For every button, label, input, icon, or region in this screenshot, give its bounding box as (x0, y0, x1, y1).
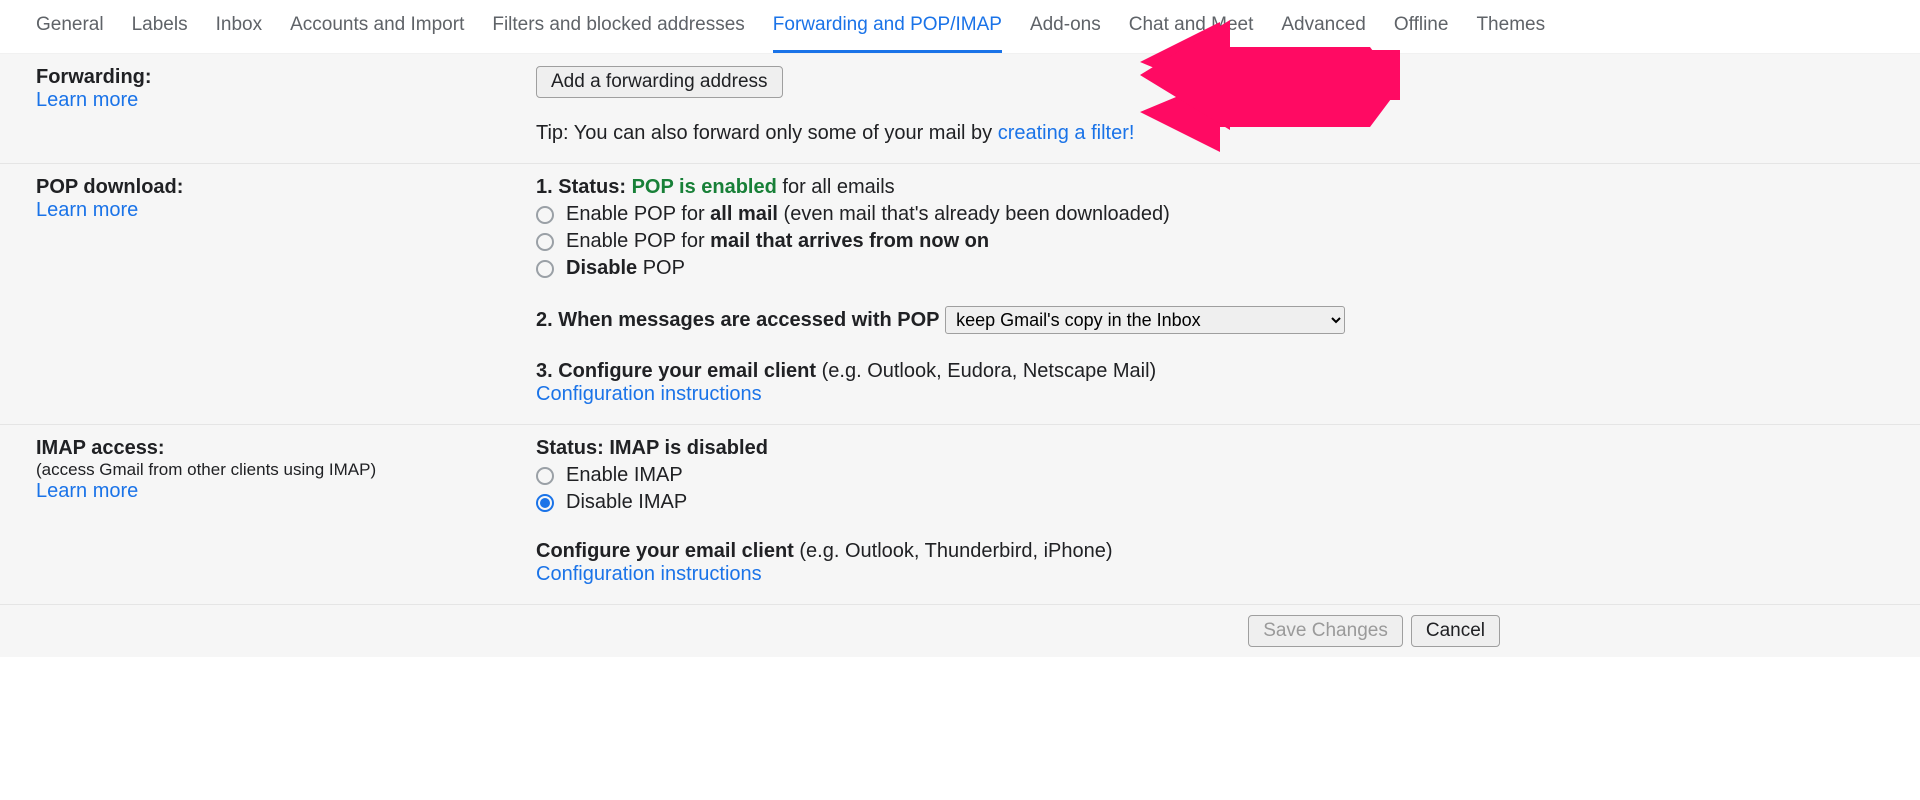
settings-tabs: General Labels Inbox Accounts and Import… (0, 0, 1920, 54)
pop-heading: POP download: (36, 176, 536, 199)
imap-option-label: Enable IMAP (566, 464, 683, 487)
pop-option-label: Disable POP (566, 257, 685, 280)
imap-option-enable[interactable]: Enable IMAP (536, 464, 1884, 487)
pop-status-suffix: for all emails (777, 176, 895, 198)
imap-config-bold: Configure your email client (536, 540, 794, 562)
radio-icon[interactable] (536, 467, 554, 485)
radio-icon[interactable] (536, 206, 554, 224)
pop-status-line: 1. Status: POP is enabled for all emails (536, 176, 1884, 199)
pop-opt3-bold: Disable (566, 257, 637, 279)
imap-option-disable[interactable]: Disable IMAP (536, 491, 1884, 514)
pop-status-prefix: 1. Status: (536, 176, 632, 198)
tab-chat[interactable]: Chat and Meet (1129, 14, 1254, 53)
tab-filters[interactable]: Filters and blocked addresses (492, 14, 744, 53)
forwarding-tip-text: Tip: You can also forward only some of y… (536, 122, 998, 144)
cancel-button[interactable]: Cancel (1411, 615, 1500, 647)
pop-opt2-bold: mail that arrives from now on (710, 230, 989, 252)
pop-opt1-prefix: Enable POP for (566, 203, 710, 225)
tab-offline[interactable]: Offline (1394, 14, 1449, 53)
radio-icon[interactable] (536, 494, 554, 512)
radio-icon[interactable] (536, 260, 554, 278)
pop-opt1-bold: all mail (710, 203, 778, 225)
pop-opt2-prefix: Enable POP for (566, 230, 710, 252)
tab-inbox[interactable]: Inbox (216, 14, 262, 53)
section-forwarding: Forwarding: Learn more Add a forwarding … (0, 54, 1920, 164)
tab-accounts[interactable]: Accounts and Import (290, 14, 464, 53)
pop-option-disable[interactable]: Disable POP (536, 257, 1884, 280)
imap-option-label: Disable IMAP (566, 491, 687, 514)
pop-configuration-instructions-link[interactable]: Configuration instructions (536, 383, 1884, 406)
imap-configure: Configure your email client (e.g. Outloo… (536, 540, 1884, 586)
pop-option-label: Enable POP for all mail (even mail that'… (566, 203, 1170, 226)
imap-subtext: (access Gmail from other clients using I… (36, 460, 536, 480)
save-changes-button[interactable]: Save Changes (1248, 615, 1403, 647)
pop-step3-suffix: (e.g. Outlook, Eudora, Netscape Mail) (816, 360, 1156, 382)
tab-forwarding-pop-imap[interactable]: Forwarding and POP/IMAP (773, 14, 1002, 53)
pop-option-from-now-on[interactable]: Enable POP for mail that arrives from no… (536, 230, 1884, 253)
imap-learn-more-link[interactable]: Learn more (36, 480, 536, 503)
pop-option-label: Enable POP for mail that arrives from no… (566, 230, 989, 253)
imap-status-line: Status: IMAP is disabled (536, 437, 1884, 460)
tab-labels[interactable]: Labels (132, 14, 188, 53)
pop-step3-bold: 3. Configure your email client (536, 360, 816, 382)
pop-option-all-mail[interactable]: Enable POP for all mail (even mail that'… (536, 203, 1884, 226)
imap-heading: IMAP access: (36, 437, 536, 460)
forwarding-tip: Tip: You can also forward only some of y… (536, 122, 1884, 145)
section-imap-access: IMAP access: (access Gmail from other cl… (0, 425, 1920, 605)
pop-learn-more-link[interactable]: Learn more (36, 199, 536, 222)
add-forwarding-address-button[interactable]: Add a forwarding address (536, 66, 783, 98)
pop-step3: 3. Configure your email client (e.g. Out… (536, 360, 1884, 406)
tab-addons[interactable]: Add-ons (1030, 14, 1101, 53)
tab-advanced[interactable]: Advanced (1281, 14, 1366, 53)
pop-status-enabled: POP is enabled (632, 176, 777, 198)
pop-step2: 2. When messages are accessed with POP k… (536, 306, 1884, 334)
imap-config-suffix: (e.g. Outlook, Thunderbird, iPhone) (794, 540, 1113, 562)
radio-icon[interactable] (536, 233, 554, 251)
tab-themes[interactable]: Themes (1476, 14, 1545, 53)
forwarding-learn-more-link[interactable]: Learn more (36, 89, 536, 112)
settings-content: Forwarding: Learn more Add a forwarding … (0, 54, 1920, 657)
imap-configuration-instructions-link[interactable]: Configuration instructions (536, 563, 1884, 586)
pop-opt3-suffix: POP (637, 257, 685, 279)
footer-actions: Save Changes Cancel (0, 605, 1920, 657)
pop-opt1-suffix: (even mail that's already been downloade… (778, 203, 1170, 225)
tab-general[interactable]: General (36, 14, 104, 53)
pop-access-action-select[interactable]: keep Gmail's copy in the Inbox (945, 306, 1345, 334)
creating-filter-link[interactable]: creating a filter! (998, 122, 1135, 144)
section-pop-download: POP download: Learn more 1. Status: POP … (0, 164, 1920, 425)
forwarding-heading: Forwarding: (36, 66, 536, 89)
pop-step2-label: 2. When messages are accessed with POP (536, 309, 940, 331)
